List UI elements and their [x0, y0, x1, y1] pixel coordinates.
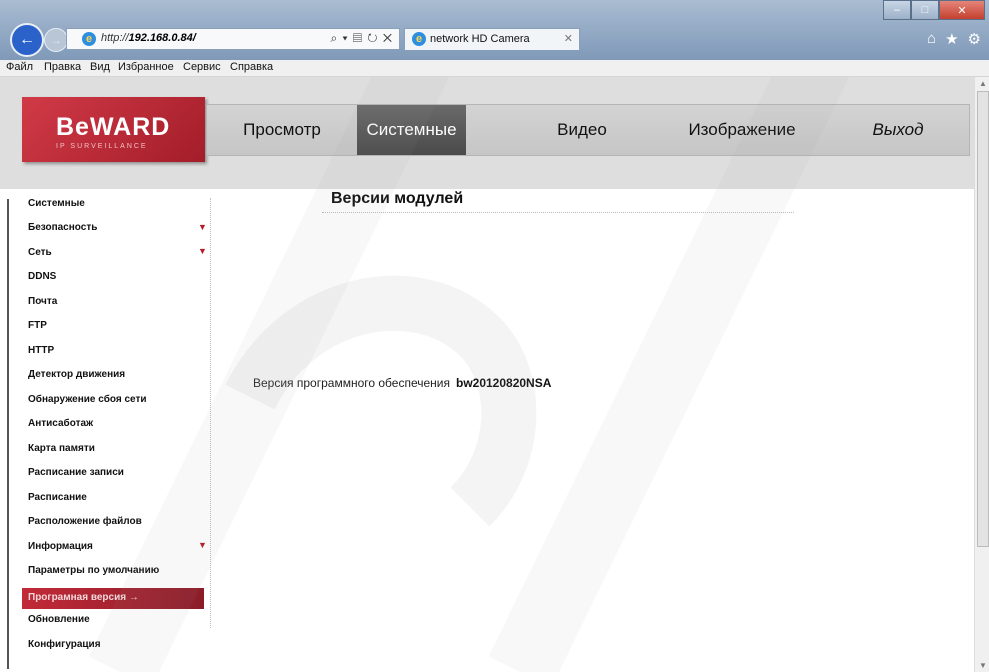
favorites-star-icon[interactable]: ★ [945, 30, 958, 48]
url-prefix: http:// [101, 32, 129, 44]
menu-favorites[interactable]: Избранное [118, 61, 174, 73]
url-host: 192.168.0.84/ [128, 32, 196, 44]
sidebar-item-record-schedule[interactable]: Расписание записи [28, 467, 124, 478]
back-arrow-icon: ← [19, 31, 35, 48]
expand-arrow-icon[interactable]: ▼ [198, 222, 207, 232]
browser-right-icons: ⌂ ★ ⚙ [927, 30, 981, 48]
nav-image[interactable]: Изображение [657, 105, 827, 155]
sidebar-item-ftp[interactable]: FTP [28, 320, 47, 331]
sidebar-item-http[interactable]: HTTP [28, 345, 54, 356]
sidebar-item-ddns[interactable]: DDNS [28, 271, 56, 282]
sidebar-item-network[interactable]: Сеть [28, 247, 52, 258]
logo-name: BeWARD [56, 113, 171, 141]
address-url[interactable]: http://192.168.0.84/ [101, 32, 196, 44]
sidebar-divider [210, 198, 211, 628]
forward-button[interactable]: → [44, 28, 68, 52]
forward-arrow-icon: → [50, 33, 62, 47]
sidebar-item-defaults[interactable]: Параметры по умолчанию [28, 565, 159, 576]
sidebar-item-security[interactable]: Безопасность [28, 222, 97, 233]
page-title: Версии модулей [331, 190, 464, 207]
ie-page-icon: e [82, 32, 96, 46]
nav-view[interactable]: Просмотр [207, 105, 357, 155]
logo-subtitle: IP SURVEILLANCE [56, 143, 148, 150]
home-icon[interactable]: ⌂ [927, 30, 936, 48]
title-underline [322, 212, 794, 213]
sidebar-item-sd-card[interactable]: Карта памяти [28, 443, 95, 454]
expand-arrow-icon[interactable]: ▼ [198, 540, 207, 550]
close-window-button[interactable]: ✕ [939, 0, 985, 20]
sidebar-item-motion[interactable]: Детектор движения [28, 369, 125, 380]
nav-video[interactable]: Видео [507, 105, 657, 155]
address-bar[interactable]: e http://192.168.0.84/ ⌕ ▾ ▤ ↻ ✕ [66, 28, 400, 50]
back-button[interactable]: ← [10, 23, 44, 57]
nav-system[interactable]: Системные [357, 105, 466, 155]
sidebar-item-mail[interactable]: Почта [28, 296, 57, 307]
sidebar-item-update[interactable]: Обновление [28, 614, 90, 625]
menu-file[interactable]: Файл [6, 61, 33, 73]
window-controls: – □ ✕ [883, 0, 985, 20]
sidebar-item-info[interactable]: Информация [28, 541, 93, 552]
main-nav: Просмотр Системные Видео Изображение Вых… [206, 104, 970, 156]
tab-title: network HD Camera [430, 33, 530, 45]
firmware-version-value: bw20120820NSA [456, 376, 552, 390]
address-tools[interactable]: ⌕ ▾ ▤ ↻ ✕ [331, 31, 394, 46]
scroll-up-icon[interactable]: ▲ [979, 79, 987, 88]
page-viewport: BeWARD IP SURVEILLANCE Просмотр Системны… [0, 77, 974, 672]
settings-gear-icon[interactable]: ⚙ [968, 30, 981, 48]
menu-edit[interactable]: Правка [44, 61, 81, 73]
firmware-version-label: Версия программного обеспечения [253, 376, 450, 390]
menu-tools[interactable]: Сервис [183, 61, 221, 73]
browser-titlebar: ← → e http://192.168.0.84/ ⌕ ▾ ▤ ↻ ✕ e n… [0, 0, 989, 61]
browser-tab[interactable]: e network HD Camera ✕ [404, 28, 580, 50]
sidebar-item-schedule[interactable]: Расписание [28, 492, 87, 503]
sidebar-item-tamper[interactable]: Антисаботаж [28, 418, 93, 429]
expand-arrow-icon[interactable]: ▼ [198, 246, 207, 256]
sidebar-item-net-failure[interactable]: Обнаружение сбоя сети [28, 394, 147, 405]
sidebar-item-system[interactable]: Системные [28, 198, 85, 209]
sidebar-item-firmware[interactable]: Програмная версия → [28, 592, 139, 603]
beward-logo: BeWARD IP SURVEILLANCE [22, 97, 205, 162]
browser-menubar: Файл Правка Вид Избранное Сервис Справка [0, 60, 989, 77]
tab-ie-icon: e [412, 32, 426, 46]
minimize-button[interactable]: – [883, 0, 911, 20]
menu-view[interactable]: Вид [90, 61, 110, 73]
firmware-version-row: Версия программного обеспечения bw2012082… [253, 376, 551, 390]
scroll-thumb[interactable] [977, 91, 989, 547]
sidebar-item-config[interactable]: Конфигурация [28, 639, 101, 650]
nav-exit[interactable]: Выход [827, 105, 969, 155]
sidebar-edge [7, 199, 9, 669]
maximize-button[interactable]: □ [911, 0, 939, 20]
menu-help[interactable]: Справка [230, 61, 273, 73]
tab-close-icon[interactable]: ✕ [564, 32, 573, 45]
scroll-down-icon[interactable]: ▼ [979, 661, 987, 670]
vertical-scrollbar[interactable]: ▲ ▼ [974, 77, 989, 672]
sidebar-item-file-location[interactable]: Расположение файлов [28, 516, 142, 527]
header-band: BeWARD IP SURVEILLANCE Просмотр Системны… [0, 77, 974, 189]
